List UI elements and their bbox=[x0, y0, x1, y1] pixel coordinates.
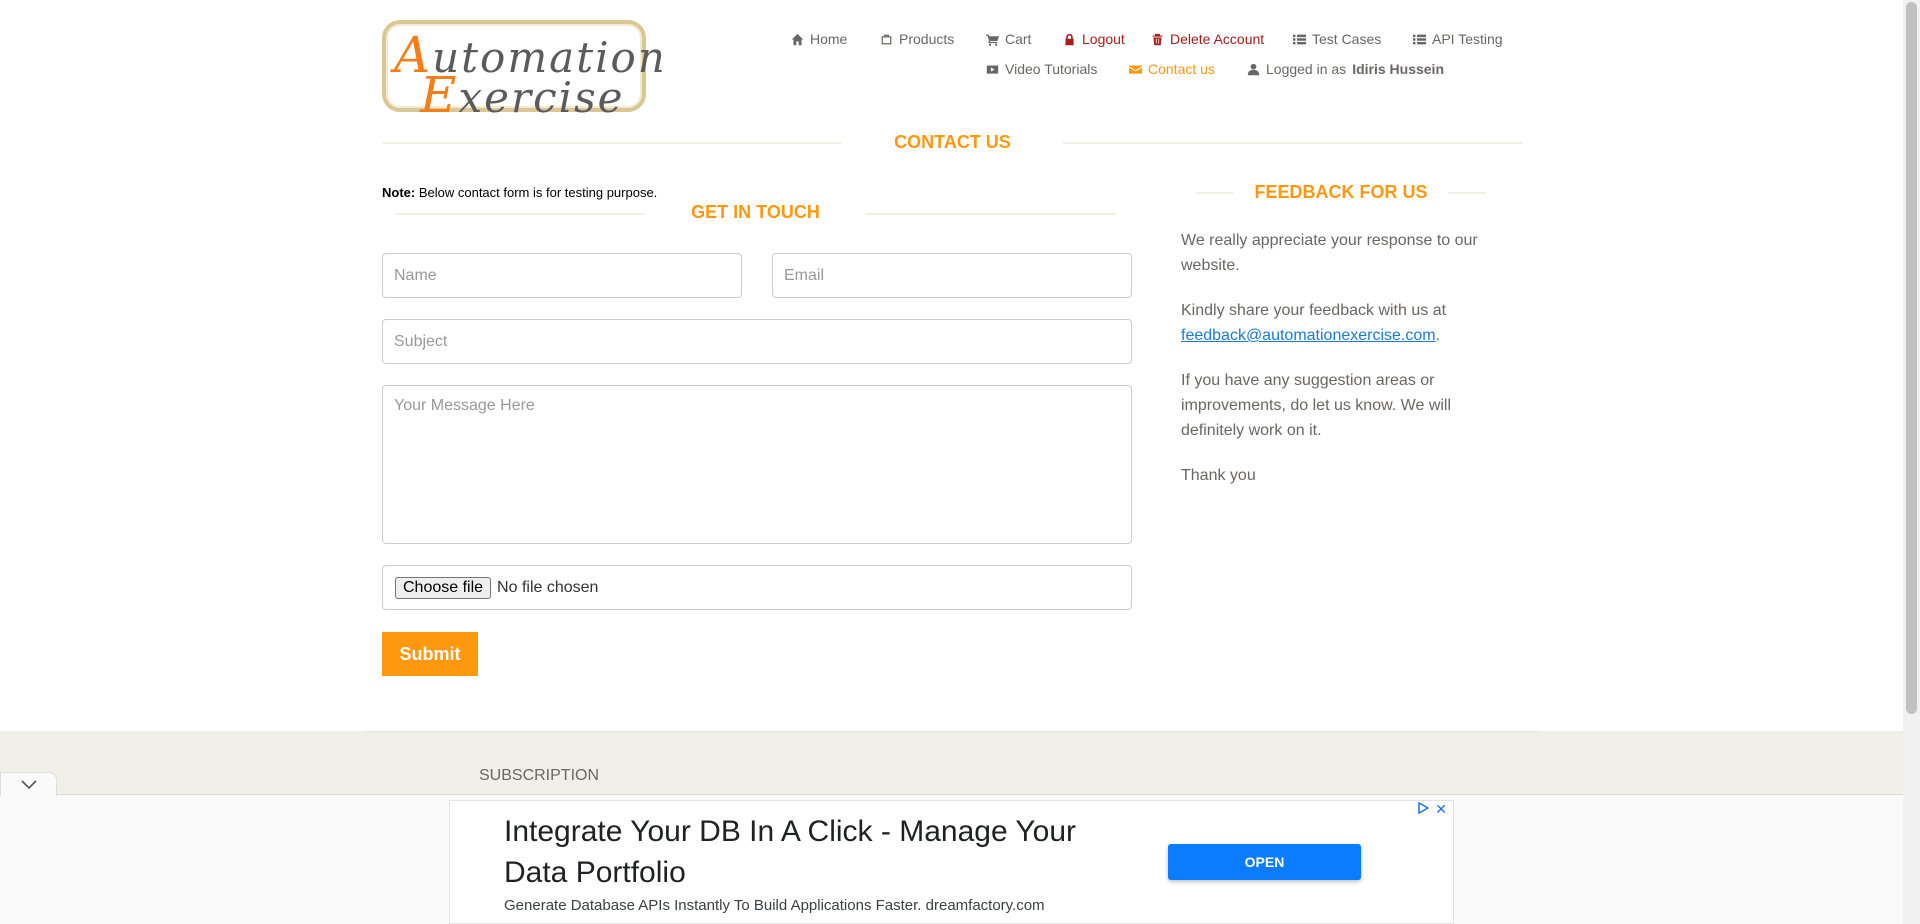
youtube-icon bbox=[986, 64, 999, 74]
submit-button[interactable]: Submit bbox=[382, 632, 478, 676]
file-status: No file chosen bbox=[497, 578, 599, 596]
form-title: GET IN TOUCH bbox=[691, 202, 820, 222]
list-icon bbox=[1413, 34, 1426, 44]
name-input[interactable] bbox=[382, 253, 742, 298]
nav-video-tutorials[interactable]: Video Tutorials bbox=[986, 61, 1097, 77]
email-input[interactable] bbox=[772, 253, 1132, 298]
cart-icon bbox=[986, 34, 999, 46]
choose-file-button[interactable]: Choose file bbox=[395, 576, 492, 599]
nav-delete-account[interactable]: Delete Account bbox=[1151, 31, 1264, 47]
ad-collapse-toggle[interactable] bbox=[0, 772, 57, 796]
form-title-divider-right bbox=[866, 213, 1116, 215]
nav-api-testing[interactable]: API Testing bbox=[1413, 31, 1503, 47]
page-title: CONTACT US bbox=[894, 132, 1011, 152]
nav-api-testing-label: API Testing bbox=[1432, 31, 1503, 47]
nav-video-tutorials-label: Video Tutorials bbox=[1005, 61, 1098, 77]
feedback-email-link[interactable]: feedback@automationexercise.com bbox=[1181, 327, 1436, 344]
nav-home[interactable]: Home bbox=[791, 31, 847, 47]
nav-home-label: Home bbox=[810, 31, 848, 47]
user-icon bbox=[1247, 63, 1260, 75]
nav-test-cases-label: Test Cases bbox=[1312, 31, 1382, 47]
nav-cart-label: Cart bbox=[1005, 31, 1032, 47]
title-divider-right bbox=[1063, 142, 1523, 144]
envelope-icon bbox=[1129, 64, 1142, 74]
nav-test-cases[interactable]: Test Cases bbox=[1293, 31, 1381, 47]
list-icon bbox=[1293, 34, 1306, 44]
ad-close-icon[interactable]: ✕ bbox=[1435, 801, 1447, 818]
form-note: Note: Below contact form is for testing … bbox=[382, 185, 657, 200]
home-icon bbox=[791, 33, 804, 45]
logo-rest-2: xercise bbox=[458, 73, 625, 122]
note-text: Below contact form is for testing purpos… bbox=[418, 185, 658, 200]
feedback-divider-left bbox=[1196, 192, 1234, 194]
file-upload: Choose file No file chosen bbox=[382, 565, 1132, 610]
trash-icon bbox=[1152, 33, 1163, 45]
products-icon bbox=[881, 34, 892, 44]
form-title-divider-left bbox=[395, 213, 645, 215]
subject-input[interactable] bbox=[382, 319, 1132, 364]
nav-cart[interactable]: Cart bbox=[986, 31, 1031, 47]
nav-contact-us[interactable]: Contact us bbox=[1129, 61, 1215, 77]
scrollbar-thumb[interactable] bbox=[1906, 2, 1917, 714]
site-logo[interactable]: Automation Exercise bbox=[382, 20, 665, 124]
nav-delete-account-label: Delete Account bbox=[1170, 31, 1265, 47]
ad-headline[interactable]: Integrate Your DB In A Click - Manage Yo… bbox=[504, 811, 1104, 893]
logged-in-username: Idiris Hussein bbox=[1352, 61, 1444, 77]
logo-line-2: Exercise bbox=[420, 66, 624, 124]
ad-banner[interactable]: Integrate Your DB In A Click - Manage Yo… bbox=[449, 800, 1454, 924]
feedback-divider-right bbox=[1448, 192, 1486, 194]
footer-divider bbox=[366, 731, 1538, 732]
feedback-para-2-prefix: Kindly share your feedback with us at bbox=[1181, 302, 1447, 319]
feedback-para-2: Kindly share your feedback with us at fe… bbox=[1181, 298, 1501, 348]
nav-logout-label: Logout bbox=[1082, 31, 1125, 47]
subscription-heading: SUBSCRIPTION bbox=[479, 767, 600, 784]
feedback-para-2-suffix: . bbox=[1435, 327, 1441, 344]
feedback-para-1: We really appreciate your response to ou… bbox=[1181, 232, 1478, 274]
message-textarea[interactable] bbox=[382, 385, 1132, 544]
feedback-para-4: Thank you bbox=[1181, 467, 1256, 484]
feedback-title: FEEDBACK FOR US bbox=[1254, 182, 1428, 202]
nav-products[interactable]: Products bbox=[880, 31, 954, 47]
nav-contact-us-label: Contact us bbox=[1148, 61, 1215, 77]
ad-description: Generate Database APIs Instantly To Buil… bbox=[504, 897, 1045, 914]
note-label: Note: bbox=[382, 185, 416, 200]
logged-in-prefix: Logged in as bbox=[1266, 61, 1347, 77]
lock-icon bbox=[1065, 33, 1074, 45]
logo-cap-2: E bbox=[420, 66, 459, 124]
ad-choices-icon[interactable] bbox=[1417, 802, 1429, 814]
nav-logout[interactable]: Logout bbox=[1063, 31, 1125, 47]
title-divider-left bbox=[382, 142, 842, 144]
chevron-down-icon bbox=[20, 779, 37, 789]
page: Automation Exercise Home Products Cart L… bbox=[0, 0, 1920, 924]
nav-products-label: Products bbox=[899, 31, 955, 47]
logged-in-status: Logged in as Idiris Hussein bbox=[1247, 61, 1444, 77]
ad-open-button[interactable]: OPEN bbox=[1168, 844, 1361, 880]
feedback-para-3: If you have any suggestion areas or impr… bbox=[1181, 372, 1452, 439]
